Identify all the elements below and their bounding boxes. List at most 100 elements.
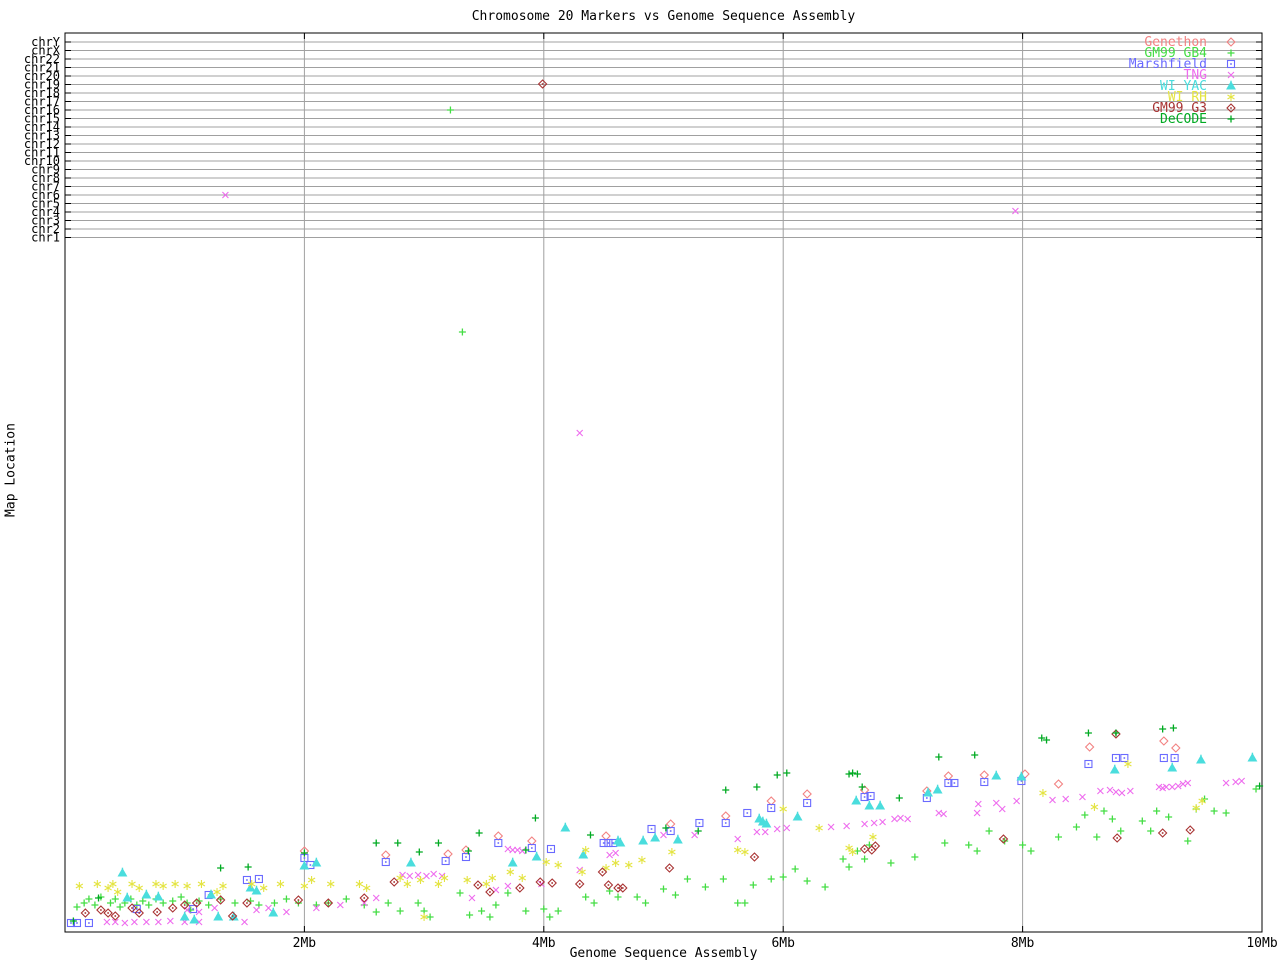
data-point xyxy=(895,794,903,802)
data-point xyxy=(638,856,646,864)
data-point xyxy=(1108,815,1116,823)
data-point xyxy=(851,795,862,805)
data-point xyxy=(791,865,799,873)
data-point xyxy=(853,770,861,778)
data-point xyxy=(488,874,497,882)
data-point xyxy=(1013,797,1020,805)
data-point xyxy=(504,882,512,890)
data-point xyxy=(1159,736,1169,746)
data-point xyxy=(617,835,619,838)
data-point xyxy=(416,876,425,884)
data-point xyxy=(761,828,769,836)
data-point xyxy=(315,857,318,860)
data-point xyxy=(113,888,122,896)
data-point xyxy=(927,787,929,790)
data-point xyxy=(177,893,185,901)
data-point xyxy=(384,899,392,907)
data-point xyxy=(342,895,350,903)
data-point xyxy=(444,860,447,862)
data-point xyxy=(73,903,81,911)
data-point xyxy=(582,893,590,901)
data-point xyxy=(1055,833,1063,841)
legend-marker xyxy=(1227,115,1235,123)
data-point xyxy=(193,914,195,917)
data-point xyxy=(1123,757,1126,759)
data-point xyxy=(255,885,258,888)
data-point xyxy=(259,884,268,892)
data-point xyxy=(504,889,512,897)
data-point xyxy=(527,836,537,846)
data-point xyxy=(601,871,604,873)
data-point xyxy=(719,875,727,883)
data-point xyxy=(1093,833,1101,841)
data-point xyxy=(156,911,158,913)
data-point xyxy=(1161,832,1164,834)
data-point xyxy=(1116,837,1118,839)
scatter-plot-canvas: chrYchrXchr22chr21chr20chr19chr18chr17ch… xyxy=(24,32,1278,951)
data-point xyxy=(458,328,466,336)
data-point xyxy=(1163,757,1165,759)
data-point xyxy=(507,857,518,867)
data-point xyxy=(434,839,442,847)
data-point xyxy=(1012,207,1019,215)
data-point xyxy=(107,912,109,914)
data-point xyxy=(478,907,486,915)
data-point xyxy=(91,901,99,909)
data-point xyxy=(372,839,380,847)
data-point xyxy=(665,819,676,829)
data-point xyxy=(307,876,316,884)
data-point xyxy=(943,771,954,781)
data-point xyxy=(393,881,395,883)
data-point xyxy=(691,831,699,839)
data-point xyxy=(1039,789,1047,797)
data-point xyxy=(734,835,742,843)
data-point xyxy=(796,811,799,814)
data-point xyxy=(475,829,483,837)
data-point xyxy=(282,895,290,903)
data-point xyxy=(246,902,248,904)
data-point xyxy=(446,106,454,114)
data-point xyxy=(126,892,128,895)
data-point xyxy=(396,907,404,915)
data-point xyxy=(309,864,312,866)
data-point xyxy=(1112,788,1120,796)
data-point xyxy=(213,911,224,921)
data-point xyxy=(607,842,610,844)
data-point xyxy=(213,888,221,896)
data-point xyxy=(486,913,494,921)
data-point xyxy=(381,850,391,860)
data-point xyxy=(219,899,222,901)
data-point xyxy=(1222,779,1230,787)
data-point xyxy=(159,882,167,890)
data-point xyxy=(767,875,775,883)
data-point xyxy=(887,859,895,867)
data-point xyxy=(183,904,186,906)
data-point xyxy=(590,899,598,907)
data-point xyxy=(362,884,371,892)
data-point xyxy=(578,883,581,885)
data-point xyxy=(466,911,474,919)
data-point xyxy=(1173,757,1176,759)
data-point xyxy=(870,849,873,851)
data-point xyxy=(1138,817,1146,825)
data-point xyxy=(114,915,117,917)
data-point xyxy=(677,834,679,837)
data-point xyxy=(625,861,633,869)
data-point xyxy=(1084,742,1095,752)
data-point xyxy=(141,889,152,899)
data-point xyxy=(197,880,206,888)
data-point xyxy=(258,878,260,880)
data-point xyxy=(1062,795,1070,803)
data-point xyxy=(106,899,114,907)
data-point xyxy=(355,880,364,888)
data-point xyxy=(879,818,886,826)
data-point xyxy=(93,880,102,888)
chrom-label: chr1 xyxy=(31,231,60,245)
data-point xyxy=(541,83,544,85)
data-point xyxy=(638,835,649,845)
data-point xyxy=(1084,729,1092,737)
data-point xyxy=(406,872,414,880)
data-point xyxy=(1049,796,1056,804)
data-point xyxy=(783,824,791,832)
data-point xyxy=(70,922,72,924)
